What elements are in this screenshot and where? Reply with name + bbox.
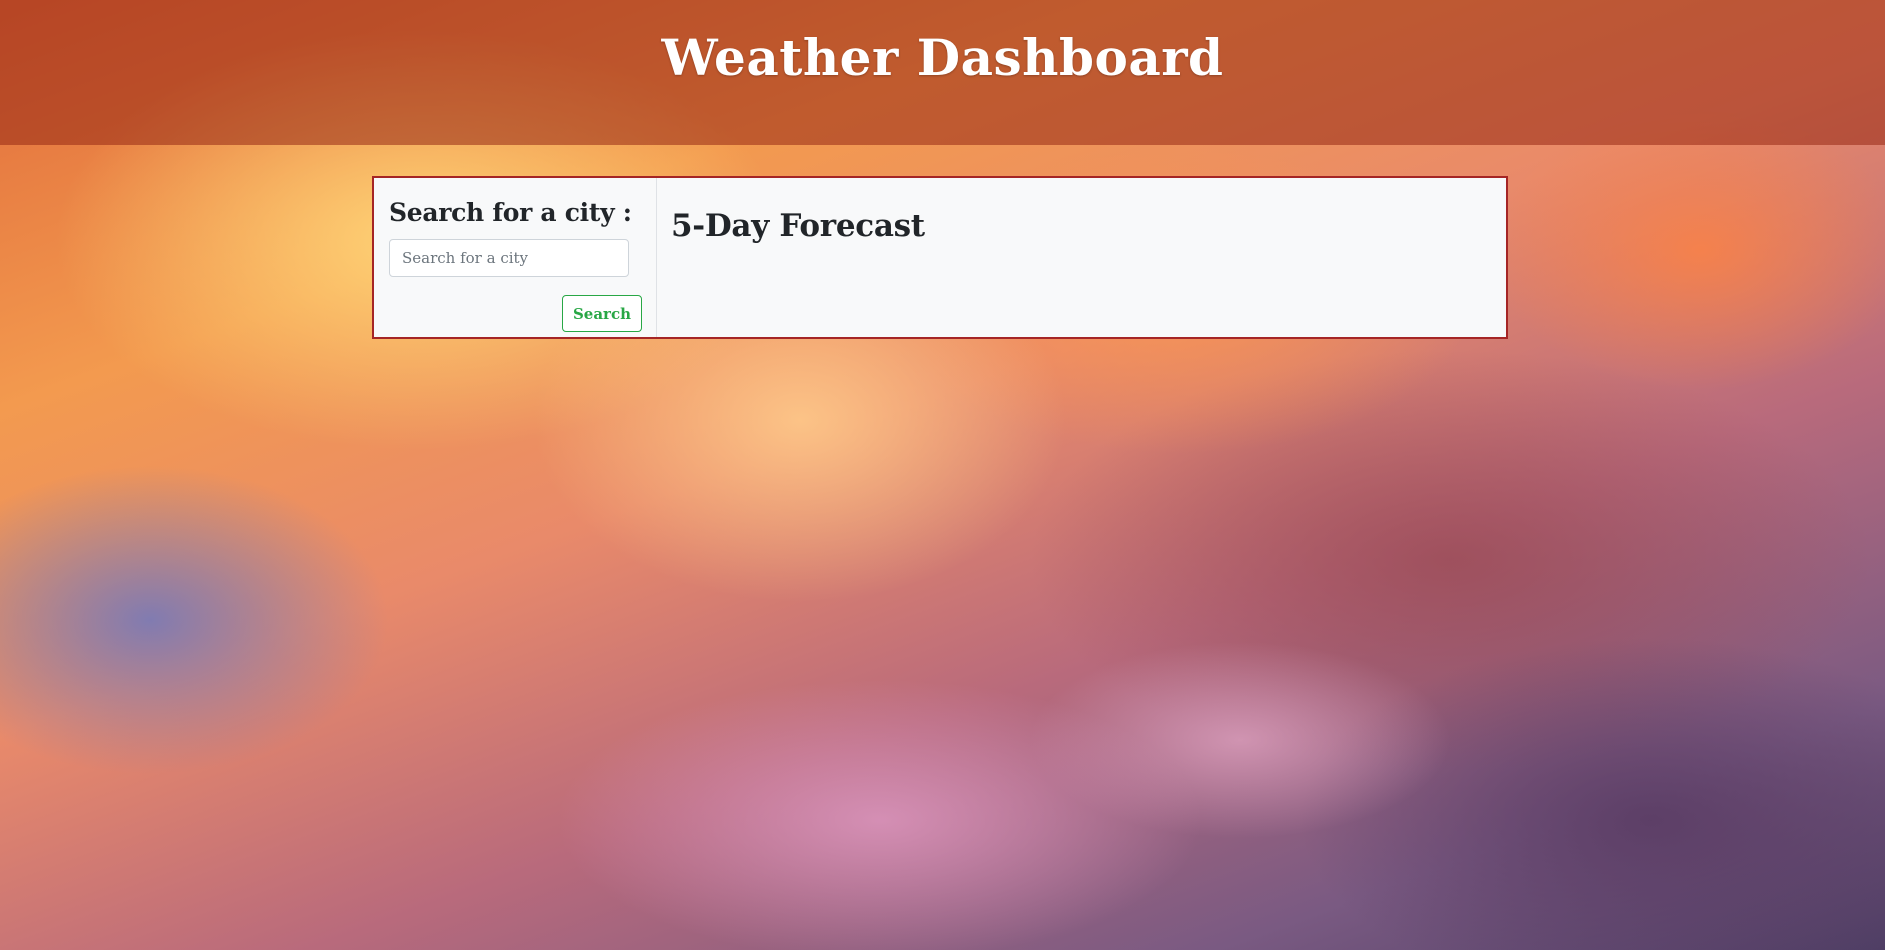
page-background: Weather Dashboard Search for a city : Se… xyxy=(0,0,1885,950)
forecast-heading: 5-Day Forecast xyxy=(671,208,925,244)
search-button[interactable]: Search xyxy=(561,295,642,332)
forecast-section: 5-Day Forecast xyxy=(657,178,1506,337)
city-search-input[interactable] xyxy=(389,239,629,277)
page-header: Weather Dashboard xyxy=(0,0,1885,145)
search-heading: Search for a city : xyxy=(389,198,632,227)
dashboard-panel: Search for a city : Search 5-Day Forecas… xyxy=(372,176,1508,339)
page-title: Weather Dashboard xyxy=(661,28,1224,87)
search-section: Search for a city : Search xyxy=(374,178,657,337)
